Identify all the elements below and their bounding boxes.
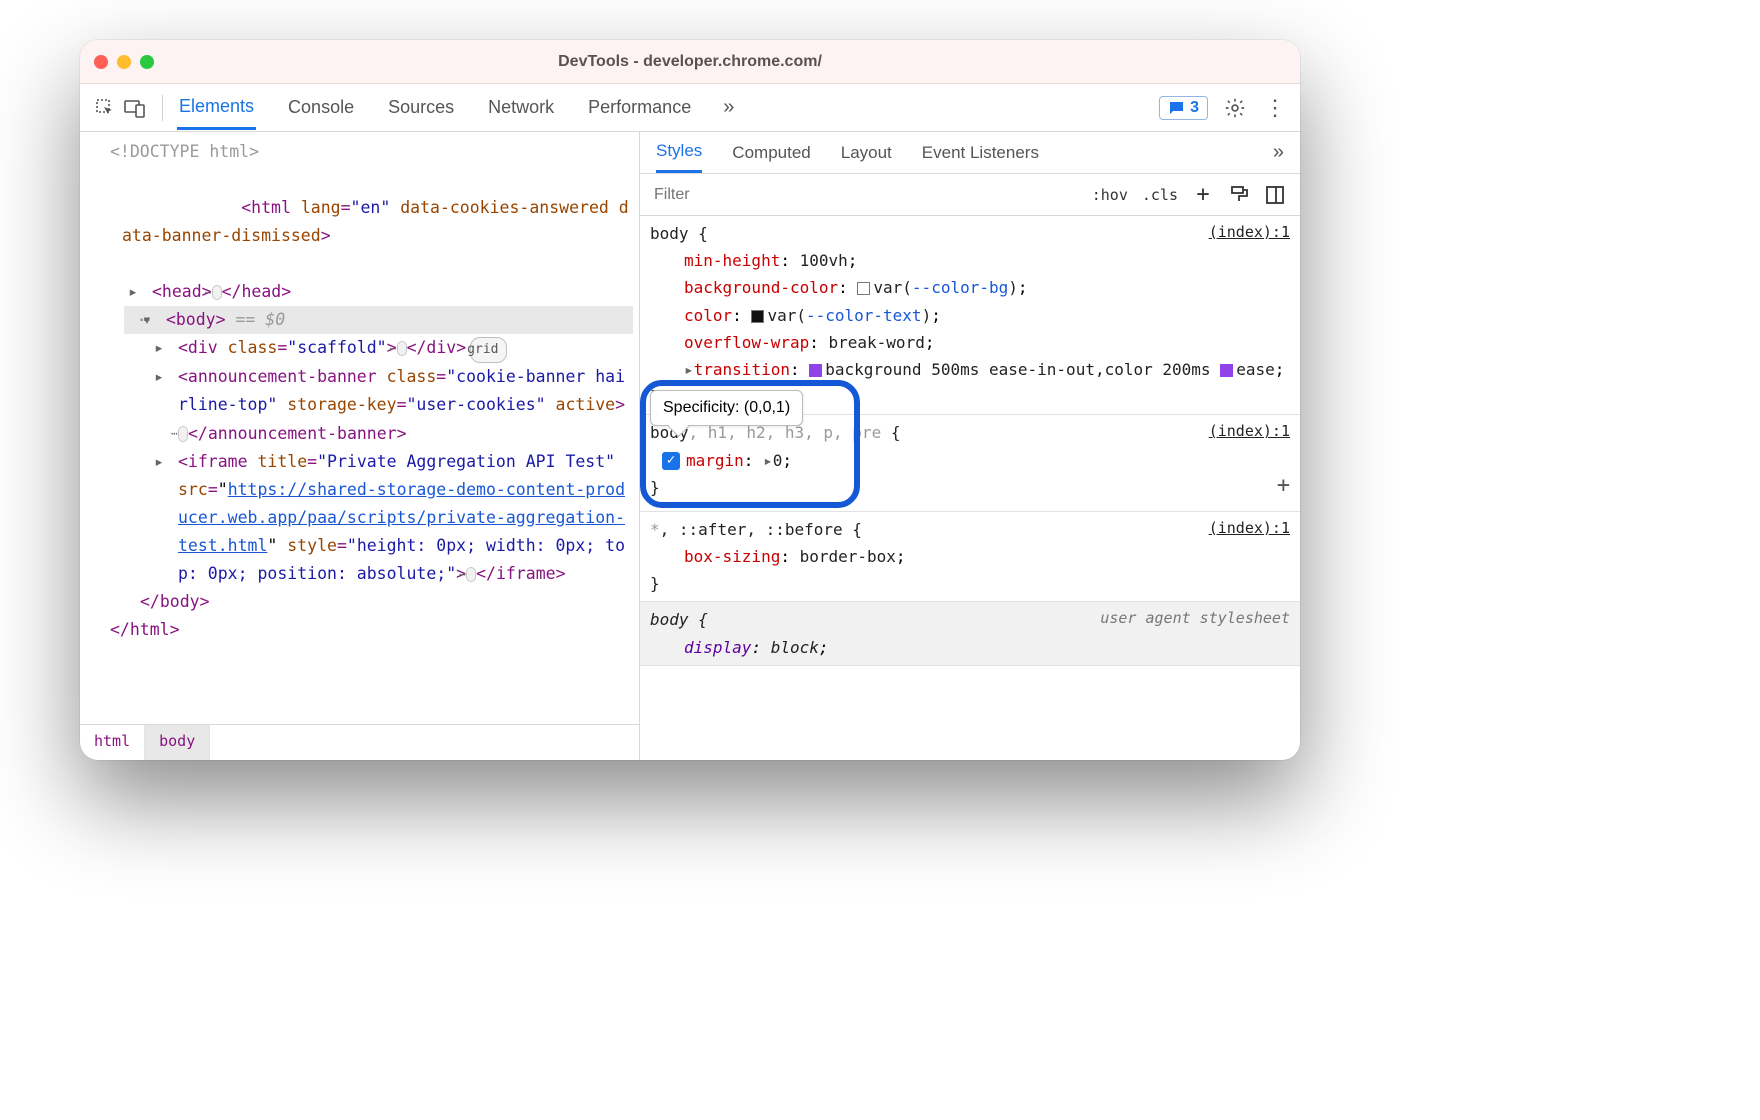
css-rule[interactable]: *, ::after, ::before { (index):1 box-siz… [640, 512, 1300, 603]
css-rule-user-agent[interactable]: body { user agent stylesheet display: bl… [640, 602, 1300, 665]
dom-iframe[interactable]: ▸<iframe title="Private Aggregation API … [150, 448, 633, 588]
dom-body-close[interactable]: </body> [124, 588, 633, 616]
crumb-html[interactable]: html [80, 725, 145, 760]
dom-div-scaffold[interactable]: ▸<div class="scaffold">⋯</div>grid [150, 334, 633, 363]
dom-html-close[interactable]: </html> [94, 616, 633, 644]
rule-source-link[interactable]: (index):1 [1209, 220, 1290, 247]
color-swatch-icon[interactable] [857, 282, 870, 295]
stab-styles[interactable]: Styles [656, 132, 702, 173]
rule-source-link[interactable]: (index):1 [1209, 419, 1290, 446]
dom-html-open[interactable]: <html lang="en" data-cookies-answered da… [94, 166, 633, 278]
tab-performance[interactable]: Performance [586, 87, 693, 128]
dom-body-selected[interactable]: ⋯▾<body> == $0 [124, 306, 633, 334]
hov-toggle[interactable]: :hov [1092, 186, 1128, 204]
tab-console[interactable]: Console [286, 87, 356, 128]
traffic-lights [94, 55, 154, 69]
dom-tree[interactable]: <!DOCTYPE html> <html lang="en" data-coo… [80, 132, 639, 724]
panel-tabs: Elements Console Sources Network Perform… [177, 86, 1155, 130]
dom-head[interactable]: ▸<head>⋯</head> [124, 278, 633, 306]
styles-pane: Styles Computed Layout Event Listeners »… [640, 132, 1300, 760]
issues-badge[interactable]: 3 [1159, 96, 1208, 120]
devtools-window: DevTools - developer.chrome.com/ Element… [80, 40, 1300, 760]
stab-computed[interactable]: Computed [732, 134, 810, 172]
window-titlebar: DevTools - developer.chrome.com/ [80, 40, 1300, 84]
kebab-icon[interactable]: ⋮ [1262, 95, 1288, 121]
tab-elements[interactable]: Elements [177, 86, 256, 130]
css-selector[interactable]: body [650, 220, 689, 247]
styles-filter-input[interactable] [640, 186, 1078, 204]
tab-network[interactable]: Network [486, 87, 556, 128]
crumb-body[interactable]: body [145, 725, 210, 760]
tab-sources[interactable]: Sources [386, 87, 456, 128]
elements-dom-tree-pane: <!DOCTYPE html> <html lang="en" data-coo… [80, 132, 640, 760]
computed-toggle-icon[interactable] [1264, 184, 1286, 206]
css-selector: body [650, 606, 689, 633]
stab-layout[interactable]: Layout [841, 134, 892, 172]
gear-icon[interactable] [1222, 95, 1248, 121]
specificity-highlight: Specificity: (0,0,1) [640, 380, 860, 508]
inspect-icon[interactable] [92, 95, 118, 121]
issues-count: 3 [1190, 99, 1199, 117]
stab-event-listeners[interactable]: Event Listeners [922, 134, 1039, 172]
device-toggle-icon[interactable] [122, 95, 148, 121]
grid-badge[interactable]: grid [470, 337, 507, 363]
dom-doctype[interactable]: <!DOCTYPE html> [94, 138, 633, 166]
color-swatch-icon[interactable] [751, 310, 764, 323]
cls-toggle[interactable]: .cls [1142, 186, 1178, 204]
message-icon [1168, 101, 1184, 115]
tabs-overflow-icon[interactable]: » [723, 96, 734, 119]
user-agent-stylesheet-label: user agent stylesheet [1100, 606, 1290, 633]
insert-style-rule-icon[interactable]: + [1277, 467, 1290, 504]
paint-format-icon[interactable] [1228, 184, 1250, 206]
stabs-overflow-icon[interactable]: » [1273, 141, 1284, 164]
easing-swatch-icon[interactable] [809, 364, 822, 377]
rule-source-link[interactable]: (index):1 [1209, 516, 1290, 543]
easing-swatch-icon[interactable] [1220, 364, 1233, 377]
dom-announcement-banner[interactable]: ▸<announcement-banner class="cookie-bann… [150, 363, 633, 447]
specificity-tooltip: Specificity: (0,0,1) [650, 390, 803, 426]
minimize-window-button[interactable] [117, 55, 131, 69]
dom-breadcrumb: html body [80, 724, 639, 760]
zoom-window-button[interactable] [140, 55, 154, 69]
close-window-button[interactable] [94, 55, 108, 69]
sidebar-tabs: Styles Computed Layout Event Listeners » [640, 132, 1300, 174]
window-title: DevTools - developer.chrome.com/ [80, 53, 1300, 71]
new-style-rule-icon[interactable]: + [1192, 184, 1214, 206]
styles-filter-bar: :hov .cls + [640, 174, 1300, 216]
main-toolbar: Elements Console Sources Network Perform… [80, 84, 1300, 132]
